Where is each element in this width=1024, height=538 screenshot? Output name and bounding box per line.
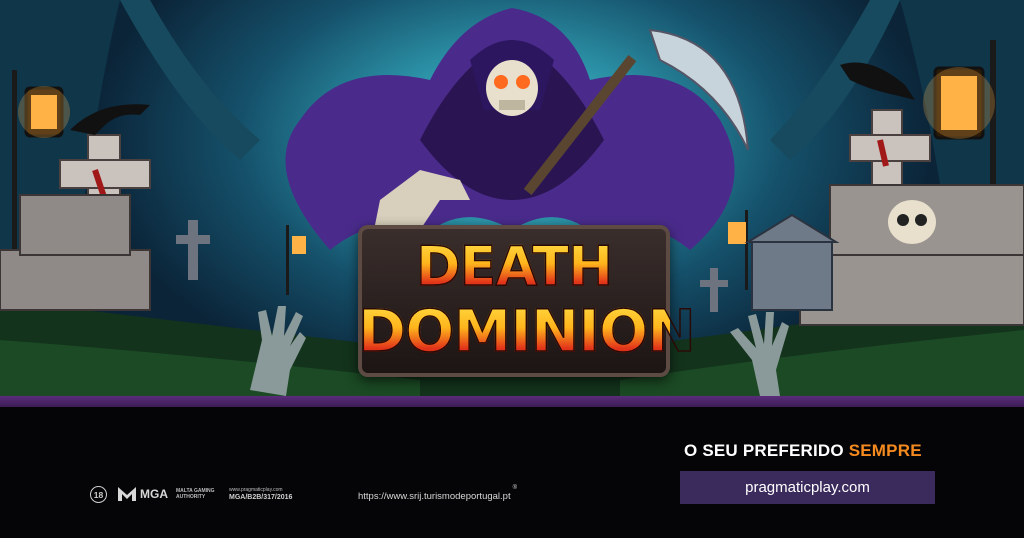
lamp-small-right (728, 210, 748, 290)
game-logo: DEATH DOMINION (357, 225, 696, 377)
srij-url[interactable]: https://www.srij.turismodeportugal.pt (358, 491, 511, 502)
purple-divider (0, 396, 1024, 407)
age-rating-badge: 18 (90, 486, 107, 503)
mga-logo-icon (118, 487, 136, 501)
skull-right-icon (888, 200, 936, 244)
regulator-abbr: MGA (140, 487, 168, 501)
game-title-line1: DEATH (358, 234, 670, 299)
tagline-main: O SEU PREFERIDO (684, 441, 849, 460)
license-number: MGA/B2B/317/2016 (229, 494, 293, 501)
regulator-name: MALTA GAMING AUTHORITY (176, 488, 215, 500)
grim-reaper (285, 8, 749, 260)
srij-registered-mark: ® (512, 485, 518, 491)
small-cross-right (700, 268, 728, 312)
lamp-small-left (286, 225, 306, 295)
regulator-name-line2: AUTHORITY (176, 494, 206, 500)
mausoleum (744, 213, 840, 311)
game-banner: DEATH DOMINION (0, 0, 1024, 396)
game-title-line2: DOMINION (357, 296, 696, 366)
tagline: O SEU PREFERIDO SEMPRE (684, 441, 944, 461)
small-cross-left (176, 220, 210, 280)
tagline-accent: SEMPRE (848, 441, 922, 460)
grave-left (0, 194, 151, 311)
website-link[interactable]: pragmaticplay.com (680, 471, 935, 504)
regulator-site: www.pragmaticplay.com (229, 487, 283, 493)
srij-link[interactable]: https://www.srij.turismodeportugal.pt® (358, 485, 517, 502)
